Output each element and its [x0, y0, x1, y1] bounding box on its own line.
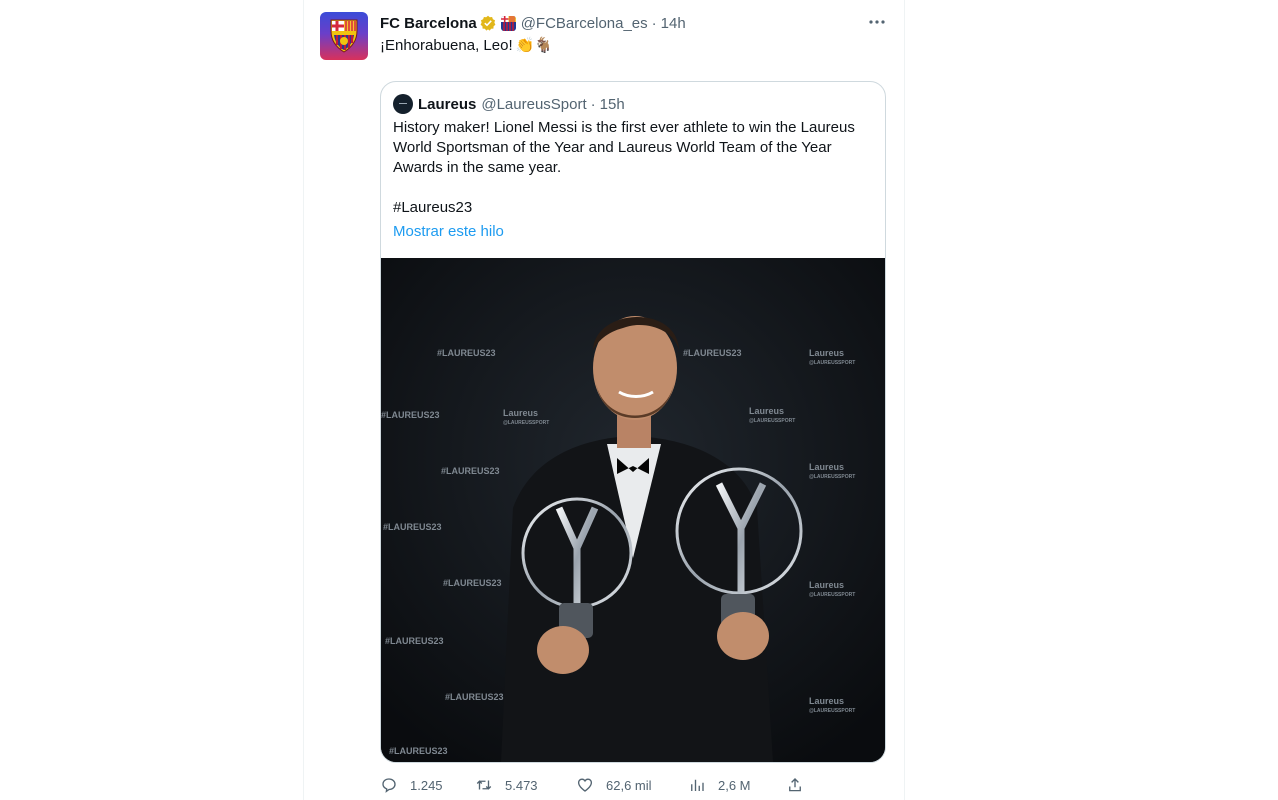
- separator-dot: ·: [651, 14, 657, 32]
- separator-dot: ·: [590, 95, 596, 113]
- backdrop-brand: Laureus: [749, 406, 784, 416]
- backdrop-hashtag: #LAUREUS23: [441, 466, 500, 476]
- backdrop-hashtag: #LAUREUS23: [683, 348, 742, 358]
- show-thread-link[interactable]: Mostrar este hilo: [393, 222, 504, 242]
- backdrop-hashtag: #LAUREUS23: [385, 636, 444, 646]
- messi-trophies-image: #LAUREUS23 #LAUREUS23 #LAUREUS23 #LAUREU…: [381, 258, 885, 762]
- backdrop-hashtag: #LAUREUS23: [437, 348, 496, 358]
- backdrop-handle: @LAUREUSSPORT: [809, 474, 855, 480]
- backdrop-brand: Laureus: [809, 462, 844, 472]
- quoted-author-handle[interactable]: @LaureusSport: [481, 96, 586, 113]
- backdrop-handle: @LAUREUSSPORT: [503, 420, 549, 426]
- backdrop-brand: Laureus: [809, 696, 844, 706]
- tweet-time[interactable]: 14h: [661, 15, 686, 32]
- repost-icon: [476, 780, 492, 790]
- backdrop-handle: @LAUREUSSPORT: [809, 708, 855, 714]
- quoted-tweet-photo[interactable]: #LAUREUS23 #LAUREUS23 #LAUREUS23 #LAUREU…: [381, 258, 885, 762]
- share-icon: [789, 778, 801, 792]
- backdrop-hashtag: #LAUREUS23: [445, 692, 504, 702]
- backdrop-brand: Laureus: [503, 408, 538, 418]
- heart-icon: [577, 778, 593, 792]
- tweet-text: ¡Enhorabuena, Leo! 👏🐐: [380, 36, 553, 56]
- backdrop-hashtag: #LAUREUS23: [381, 410, 440, 420]
- backdrop-handle: @LAUREUSSPORT: [749, 418, 795, 424]
- quoted-tweet-text: History maker! Lionel Messi is the first…: [393, 119, 855, 216]
- views-button[interactable]: 2,6 M: [688, 772, 751, 798]
- views-chart-icon: [691, 779, 704, 791]
- quoted-tweet-time[interactable]: 15h: [600, 96, 625, 113]
- more-options-icon[interactable]: [865, 12, 889, 32]
- like-count: 62,6 mil: [606, 777, 652, 793]
- reply-button[interactable]: 1.245: [380, 772, 443, 798]
- quoted-author-name[interactable]: Laureus: [418, 96, 476, 113]
- quoted-tweet[interactable]: Laureus @LaureusSport · 15h History make…: [380, 81, 886, 763]
- repost-count: 5.473: [505, 777, 538, 793]
- fcb-flag-icon[interactable]: [500, 15, 516, 31]
- backdrop-hashtag: #LAUREUS23: [389, 746, 448, 756]
- reply-count: 1.245: [410, 777, 443, 793]
- quoted-tweet-header: Laureus @LaureusSport · 15h: [393, 94, 625, 114]
- backdrop-hashtag: #LAUREUS23: [443, 578, 502, 588]
- view-count: 2,6 M: [718, 777, 751, 793]
- quoted-author-avatar[interactable]: [393, 94, 413, 114]
- backdrop-brand: Laureus: [809, 348, 844, 358]
- author-avatar[interactable]: [320, 12, 368, 60]
- backdrop-handle: @LAUREUSSPORT: [809, 360, 855, 366]
- share-button[interactable]: [786, 772, 804, 798]
- tweet-actions: 1.245 5.473 62,6 mil 2,6 M: [380, 772, 820, 800]
- backdrop-brand: Laureus: [809, 580, 844, 590]
- author-name[interactable]: FC Barcelona: [380, 15, 477, 32]
- like-button[interactable]: 62,6 mil: [576, 772, 652, 798]
- reply-icon: [382, 778, 396, 793]
- gold-verified-badge-icon[interactable]: [480, 15, 496, 31]
- fcb-crest-icon: [330, 19, 358, 53]
- repost-button[interactable]: 5.473: [475, 772, 538, 798]
- tweet-text-content: ¡Enhorabuena, Leo!: [380, 37, 513, 54]
- tweet-header: FC Barcelona @FCBarcelona_es · 14h: [380, 13, 686, 33]
- backdrop-handle: @LAUREUSSPORT: [809, 592, 855, 598]
- backdrop-hashtag: #LAUREUS23: [383, 522, 442, 532]
- author-handle[interactable]: @FCBarcelona_es: [521, 15, 648, 32]
- tweet-emojis: 👏🐐: [515, 37, 553, 54]
